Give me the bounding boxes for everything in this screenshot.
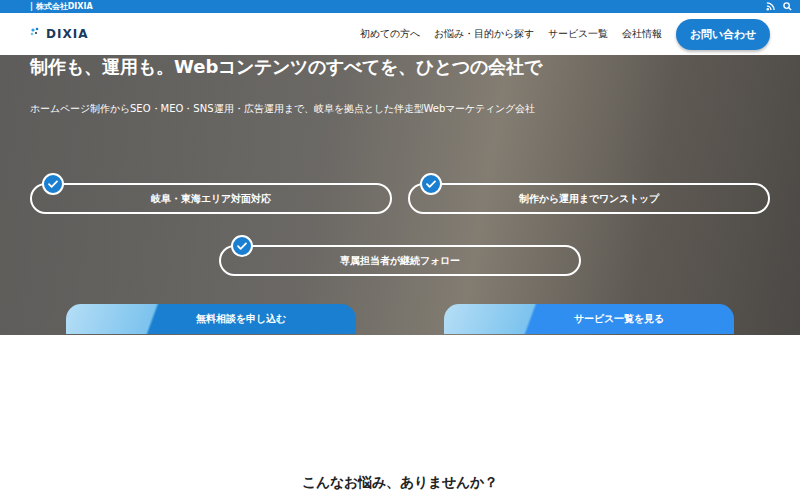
top-bar: | 株式会社DIXIA xyxy=(0,0,800,13)
logo-icon xyxy=(30,27,44,41)
hero-buttons: 無料相談を申し込む サービス一覧を見る xyxy=(30,304,770,334)
feature-pill: 制作から運用までワンストップ xyxy=(408,183,770,214)
consult-button[interactable]: 無料相談を申し込む xyxy=(66,304,356,334)
problems-section: こんなお悩み、ありませんか？ xyxy=(0,335,800,500)
top-icons xyxy=(766,2,792,11)
site-header: DIXIA 初めての方へお悩み・目的から探すサービス一覧会社情報お問い合わせ xyxy=(0,13,800,55)
check-icon xyxy=(231,235,253,257)
main-nav: 初めての方へお悩み・目的から探すサービス一覧会社情報お問い合わせ xyxy=(360,19,770,50)
nav-item[interactable]: 初めての方へ xyxy=(360,27,420,41)
search-icon[interactable] xyxy=(783,2,792,11)
logo[interactable]: DIXIA xyxy=(30,27,88,41)
rss-icon[interactable] xyxy=(766,2,775,11)
nav-item[interactable]: サービス一覧 xyxy=(548,27,608,41)
feature-row: 専属担当者が継続フォロー xyxy=(30,245,770,276)
nav-item[interactable]: お悩み・目的から探す xyxy=(434,27,534,41)
section-heading: こんなお悩み、ありませんか？ xyxy=(302,474,498,492)
feature-pill: 専属担当者が継続フォロー xyxy=(219,245,581,276)
company-name: | 株式会社DIXIA xyxy=(30,1,93,12)
check-icon xyxy=(420,173,442,195)
logo-text: DIXIA xyxy=(46,27,88,41)
hero: 制作も、運用も。Webコンテンツのすべてを、ひとつの会社でホームページ制作からS… xyxy=(0,55,800,335)
contact-button[interactable]: お問い合わせ xyxy=(676,19,770,50)
hero-title: 制作も、運用も。Webコンテンツのすべてを、ひとつの会社で xyxy=(30,55,770,79)
feature-row: 岐阜・東海エリア対面対応 制作から運用までワンストップ xyxy=(30,183,770,214)
feature-label: 専属担当者が継続フォロー xyxy=(340,254,460,268)
check-icon xyxy=(42,173,64,195)
hero-subtitle: ホームページ制作からSEO・MEO・SNS運用・広告運用まで、岐阜を拠点とした伴… xyxy=(30,101,770,117)
nav-item[interactable]: 会社情報 xyxy=(622,27,662,41)
services-button[interactable]: サービス一覧を見る xyxy=(444,304,734,334)
feature-label: 岐阜・東海エリア対面対応 xyxy=(151,192,271,206)
feature-pill: 岐阜・東海エリア対面対応 xyxy=(30,183,392,214)
feature-label: 制作から運用までワンストップ xyxy=(519,192,659,206)
